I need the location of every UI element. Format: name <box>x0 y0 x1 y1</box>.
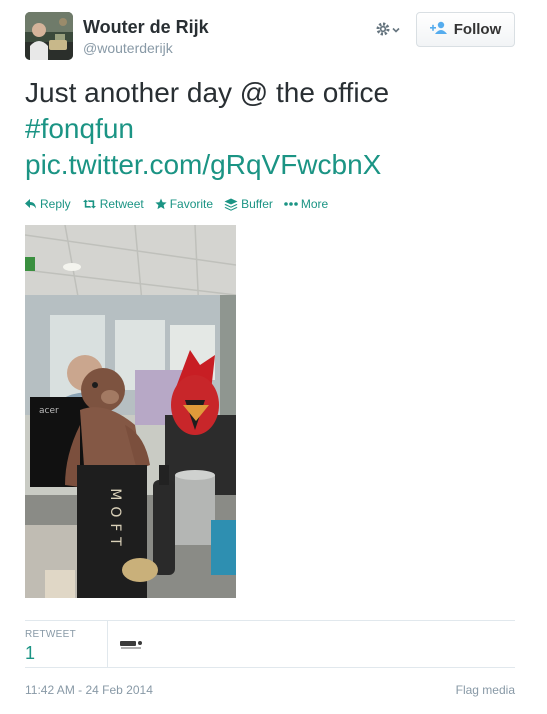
tweet-actions: Reply Retweet Favorite Buffer More <box>25 197 328 211</box>
gear-icon <box>375 21 391 42</box>
buffer-icon <box>224 198 238 211</box>
tweet-body: Just another day @ the office <box>25 77 390 108</box>
tweet-stats: RETWEET 1 <box>25 621 515 667</box>
favorite-label: Favorite <box>169 197 214 211</box>
more-icon <box>284 201 298 207</box>
hashtag-link[interactable]: #fonqfun <box>25 111 520 147</box>
avatar[interactable] <box>25 12 73 60</box>
pic-link[interactable]: pic.twitter.com/gRqVFwcbnX <box>25 147 520 183</box>
favorite-button[interactable]: Favorite <box>155 197 213 211</box>
buffer-button[interactable]: Buffer <box>224 197 273 211</box>
tweet-header: Wouter de Rijk @wouterderijk Follow <box>25 12 515 62</box>
flag-media-link[interactable]: Flag media <box>456 683 515 697</box>
screen-name[interactable]: @wouterderijk <box>83 39 209 57</box>
follow-button[interactable]: Follow <box>416 12 515 47</box>
retweet-label: Retweet <box>99 197 144 211</box>
follow-label: Follow <box>453 21 502 38</box>
timestamp[interactable]: 11:42 AM - 24 Feb 2014 <box>25 683 153 697</box>
stat-separator <box>107 621 108 667</box>
full-name[interactable]: Wouter de Rijk <box>83 16 209 38</box>
tweet-photo[interactable]: acer MOFT <box>25 225 236 598</box>
buffer-label: Buffer <box>241 197 273 211</box>
user-actions-dropdown[interactable] <box>375 20 405 42</box>
more-button[interactable]: More <box>284 197 328 211</box>
retweet-stat-label: RETWEET <box>25 629 76 640</box>
monitor-brand: acer <box>39 406 59 416</box>
add-user-icon <box>429 21 448 39</box>
retweet-button[interactable]: Retweet <box>82 197 144 211</box>
star-icon <box>155 198 167 210</box>
more-label: More <box>300 197 329 211</box>
chevron-down-icon <box>391 22 401 40</box>
reply-icon <box>25 199 37 209</box>
reply-button[interactable]: Reply <box>25 197 71 211</box>
reply-label: Reply <box>40 197 71 211</box>
user-names: Wouter de Rijk @wouterderijk <box>83 16 209 57</box>
retweet-stat-count[interactable]: 1 <box>25 643 35 664</box>
tweet-text: Just another day @ the office #fonqfun p… <box>25 75 520 183</box>
divider-bottom <box>25 667 515 668</box>
retweeter-avatar[interactable] <box>119 635 145 655</box>
retweet-icon <box>82 199 97 209</box>
box-lettering: MOFT <box>107 488 123 551</box>
